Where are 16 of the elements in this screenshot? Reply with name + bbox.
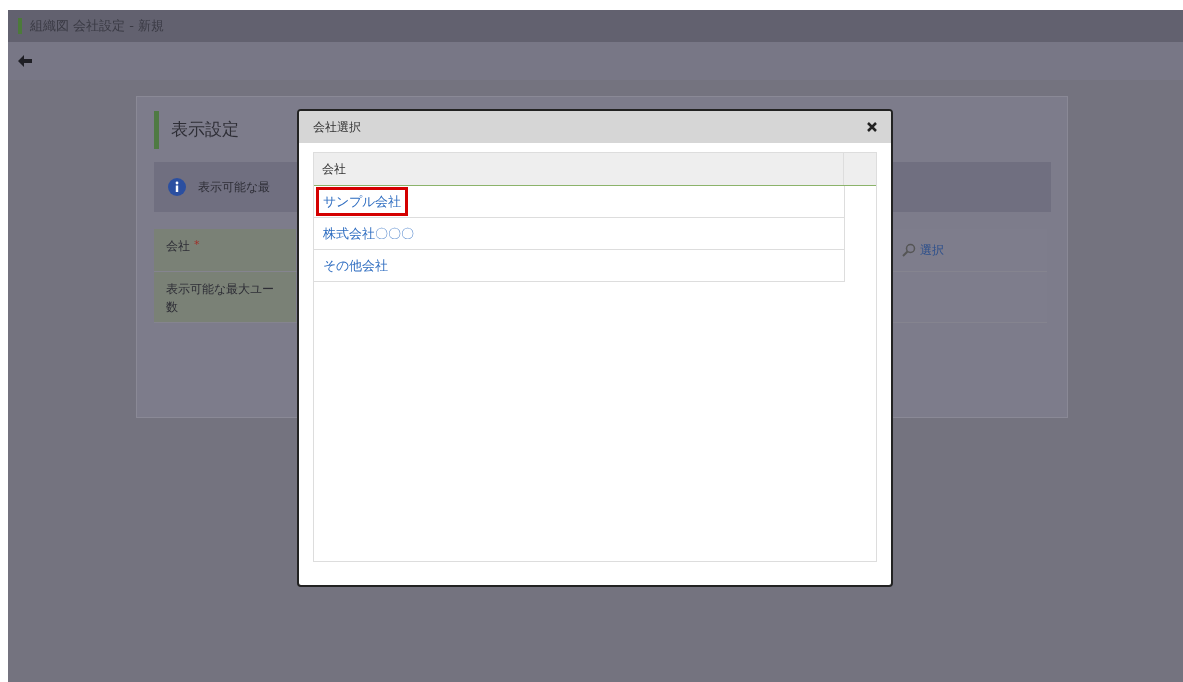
field-label: 会社 xyxy=(166,238,190,255)
field-label: 数 xyxy=(166,299,179,316)
company-link[interactable]: 株式会社〇〇〇 xyxy=(316,218,421,249)
info-icon xyxy=(168,178,186,196)
column-header: 会社 xyxy=(314,153,844,185)
close-icon[interactable] xyxy=(867,122,877,132)
company-link[interactable]: その他会社 xyxy=(316,250,395,281)
back-arrow-icon[interactable] xyxy=(18,55,32,67)
title-marker-icon xyxy=(18,18,22,34)
info-text: 表示可能な最 xyxy=(198,179,270,196)
section-title: 表示設定 xyxy=(171,118,239,142)
company-link[interactable]: サンプル会社 xyxy=(316,186,408,217)
field-label: 表示可能な最大ユー xyxy=(166,281,274,298)
required-mark: * xyxy=(194,237,200,253)
search-icon xyxy=(902,243,916,257)
dialog-title: 会社選択 xyxy=(313,119,361,136)
